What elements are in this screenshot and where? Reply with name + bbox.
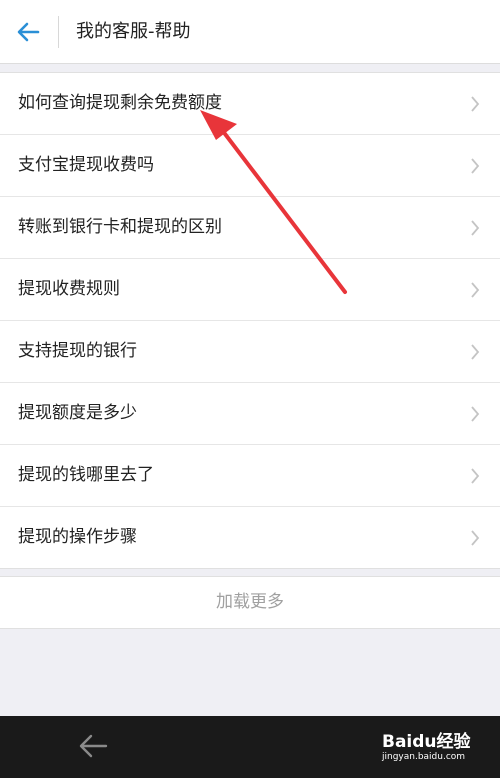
nav-back-icon[interactable]	[78, 733, 108, 759]
page-title: 我的客服-帮助	[76, 21, 191, 42]
load-more-button[interactable]: 加载更多	[0, 576, 500, 629]
help-topic-list: 如何查询提现剩余免费额度 支付宝提现收费吗 转账到银行卡和提现的区别 提现收费规…	[0, 72, 500, 569]
watermark-url: jingyan.baidu.com	[382, 752, 466, 762]
list-item-label: 提现的操作步骤	[18, 527, 137, 547]
list-item-label: 转账到银行卡和提现的区别	[18, 217, 222, 237]
list-item-label: 如何查询提现剩余免费额度	[18, 93, 222, 113]
list-item-label: 提现额度是多少	[18, 403, 137, 423]
list-item-label: 提现的钱哪里去了	[18, 465, 154, 485]
list-item[interactable]: 提现额度是多少	[0, 383, 500, 445]
chevron-right-icon	[471, 158, 480, 174]
chevron-right-icon	[471, 220, 480, 236]
baidu-jingyan-watermark: Baidu经验 jingyan.baidu.com	[382, 727, 494, 771]
chevron-right-icon	[471, 282, 480, 298]
list-item[interactable]: 支付宝提现收费吗	[0, 135, 500, 197]
list-item[interactable]: 转账到银行卡和提现的区别	[0, 197, 500, 259]
list-item[interactable]: 支持提现的银行	[0, 321, 500, 383]
back-arrow-icon[interactable]	[14, 18, 42, 46]
list-item-label: 支持提现的银行	[18, 341, 137, 361]
watermark-logo: Baidu经验	[382, 732, 471, 752]
chevron-right-icon	[471, 96, 480, 112]
header-divider	[58, 16, 59, 48]
top-bar: 我的客服-帮助	[0, 0, 500, 64]
list-item[interactable]: 提现的操作步骤	[0, 507, 500, 568]
list-item[interactable]: 提现的钱哪里去了	[0, 445, 500, 507]
list-item[interactable]: 提现收费规则	[0, 259, 500, 321]
chevron-right-icon	[471, 530, 480, 546]
chevron-right-icon	[471, 344, 480, 360]
list-item-label: 提现收费规则	[18, 279, 120, 299]
chevron-right-icon	[471, 468, 480, 484]
system-nav-bar: Baidu经验 jingyan.baidu.com	[0, 716, 500, 778]
chevron-right-icon	[471, 406, 480, 422]
list-item-label: 支付宝提现收费吗	[18, 155, 154, 175]
list-item[interactable]: 如何查询提现剩余免费额度	[0, 73, 500, 135]
